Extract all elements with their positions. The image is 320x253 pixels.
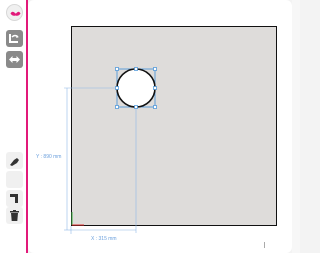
x-dimension-label: X : 315 mm [91,236,117,242]
resize-handle-left[interactable] [115,86,119,90]
resize-handle-top[interactable] [134,67,138,71]
y-dimension-label: Y : 890 mm [36,154,62,160]
canvas-overlay [64,67,157,234]
resize-handle-bottom-left[interactable] [115,105,119,109]
resize-handle-bottom-right[interactable] [153,105,157,109]
resize-handle-right[interactable] [153,86,157,90]
resize-handle-top-right[interactable] [153,67,157,71]
resize-handle-bottom[interactable] [134,105,138,109]
resize-handle-top-left[interactable] [115,67,119,71]
circle-shape[interactable] [116,68,156,108]
origin-axes-icon [71,212,84,226]
bottom-marker [264,242,265,248]
